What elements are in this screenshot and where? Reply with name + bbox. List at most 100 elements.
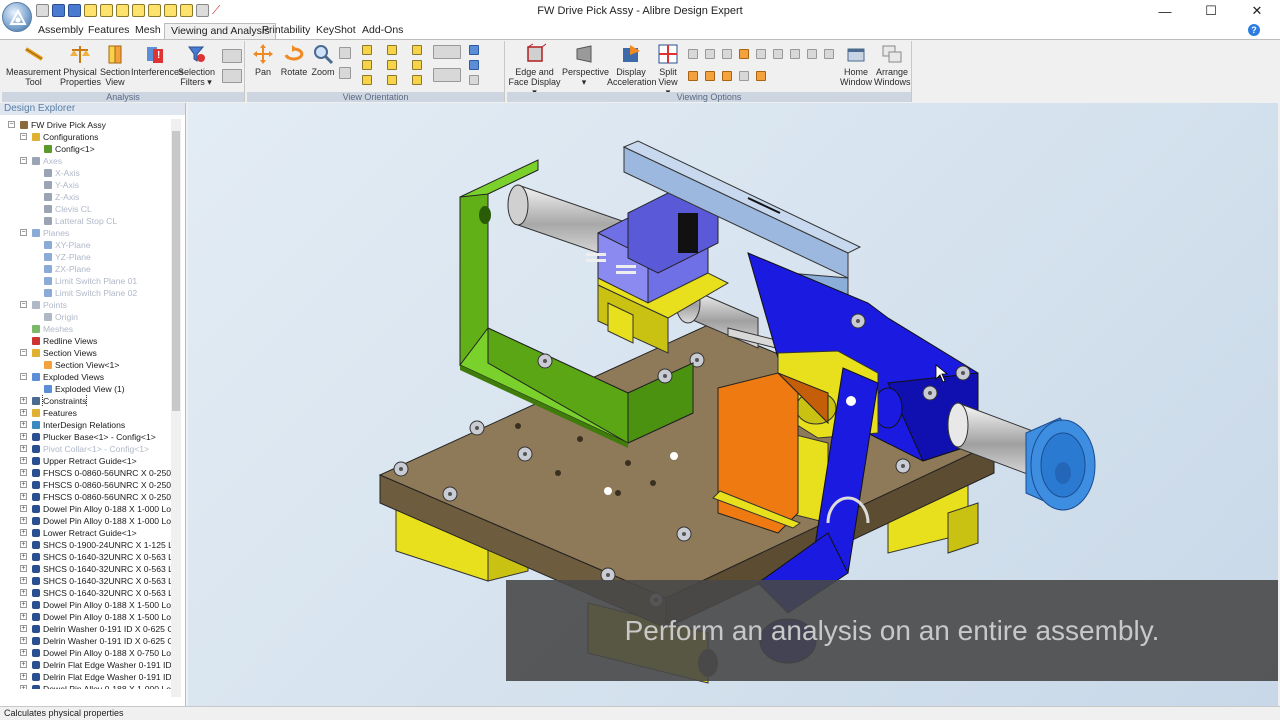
spin-z-icon[interactable] bbox=[469, 75, 479, 85]
view-iso-2-icon[interactable] bbox=[387, 75, 397, 85]
tab-keyshot[interactable]: KeyShot bbox=[310, 23, 362, 39]
tree-item[interactable]: + SHCS 0-1640-32UNRC X 0-563 Long< bbox=[0, 563, 173, 575]
display-mode-4-icon[interactable] bbox=[739, 49, 749, 59]
display-mode-14-icon[interactable] bbox=[756, 71, 766, 81]
split-view-button[interactable]: Split View ▾ bbox=[655, 43, 681, 97]
zoom-in-icon[interactable] bbox=[339, 47, 351, 59]
tree-item[interactable]: + Dowel Pin Alloy 0-188 X 1-000 Long<2 bbox=[0, 683, 173, 689]
tree-item[interactable]: XY-Plane bbox=[0, 239, 173, 251]
expand-icon[interactable]: + bbox=[20, 457, 27, 464]
tree-scrollbar-thumb[interactable] bbox=[172, 131, 180, 411]
tree-item[interactable]: − Configurations bbox=[0, 131, 173, 143]
expand-icon[interactable]: + bbox=[20, 433, 27, 440]
collapse-icon[interactable]: − bbox=[8, 121, 15, 128]
tree-item[interactable]: Meshes bbox=[0, 323, 173, 335]
tree-item[interactable]: − Section Views bbox=[0, 347, 173, 359]
spin-y-icon[interactable] bbox=[469, 60, 479, 70]
tree-item[interactable]: Latteral Stop CL bbox=[0, 215, 173, 227]
tree-item[interactable]: + Dowel Pin Alloy 0-188 X 1-000 Long<2 bbox=[0, 515, 173, 527]
tree-item[interactable]: + Dowel Pin Alloy 0-188 X 1-000 Long<1 bbox=[0, 503, 173, 515]
expand-icon[interactable]: + bbox=[20, 661, 27, 668]
expand-icon[interactable]: + bbox=[20, 445, 27, 452]
expand-icon[interactable]: + bbox=[20, 649, 27, 656]
tree-item[interactable]: Redline Views bbox=[0, 335, 173, 347]
view-right-icon[interactable] bbox=[412, 60, 422, 70]
physical-properties-button[interactable]: Physical Properties bbox=[60, 43, 101, 87]
interferences-button[interactable]: ! Interferences bbox=[131, 43, 184, 77]
tree-item[interactable]: + SHCS 0-1640-32UNRC X 0-563 Long< bbox=[0, 587, 173, 599]
expand-icon[interactable]: + bbox=[20, 529, 27, 536]
expand-icon[interactable]: + bbox=[20, 601, 27, 608]
expand-icon[interactable]: + bbox=[20, 685, 27, 689]
view-normal-icon[interactable] bbox=[433, 45, 461, 59]
minimize-icon[interactable]: — bbox=[1142, 0, 1188, 22]
tree-item[interactable]: Y-Axis bbox=[0, 179, 173, 191]
tree-item[interactable]: + Pivot Collar<1> - Config<1> bbox=[0, 443, 173, 455]
display-mode-6-icon[interactable] bbox=[773, 49, 783, 59]
tree-item[interactable]: + Constraints bbox=[0, 395, 173, 407]
collapse-icon[interactable]: − bbox=[20, 229, 27, 236]
tree-item[interactable]: − FW Drive Pick Assy bbox=[0, 119, 173, 131]
expand-icon[interactable]: + bbox=[20, 673, 27, 680]
tree-item[interactable]: + FHSCS 0-0860-56UNRC X 0-250 Long bbox=[0, 491, 173, 503]
tab-add-ons[interactable]: Add-Ons bbox=[356, 23, 409, 39]
rotate-button[interactable]: Rotate bbox=[279, 43, 309, 77]
tree-item[interactable]: − Axes bbox=[0, 155, 173, 167]
expand-icon[interactable]: + bbox=[20, 397, 27, 404]
measurement-tool-button[interactable]: Measurement Tool bbox=[6, 43, 61, 87]
tab-mesh[interactable]: Mesh bbox=[129, 23, 167, 39]
expand-icon[interactable]: + bbox=[20, 505, 27, 512]
tree-item[interactable]: − Exploded Views bbox=[0, 371, 173, 383]
display-mode-3-icon[interactable] bbox=[722, 49, 732, 59]
view-iso-1-icon[interactable] bbox=[362, 75, 372, 85]
view-front-icon[interactable] bbox=[362, 45, 372, 55]
display-mode-7-icon[interactable] bbox=[790, 49, 800, 59]
tree-item[interactable]: − Points bbox=[0, 299, 173, 311]
tree-item[interactable]: + Dowel Pin Alloy 0-188 X 1-500 Long<2 bbox=[0, 611, 173, 623]
tree-item[interactable]: + InterDesign Relations bbox=[0, 419, 173, 431]
tree-item[interactable]: + SHCS 0-1640-32UNRC X 0-563 Long< bbox=[0, 575, 173, 587]
tree-item[interactable]: + SHCS 0-1900-24UNRC X 1-125 Long< bbox=[0, 539, 173, 551]
tab-features[interactable]: Features bbox=[82, 23, 135, 39]
pan-button[interactable]: Pan bbox=[250, 43, 276, 77]
display-mode-1-icon[interactable] bbox=[688, 49, 698, 59]
tree-item[interactable]: Config<1> bbox=[0, 143, 173, 155]
filter-dropdown-1[interactable] bbox=[222, 49, 242, 63]
tab-printability[interactable]: Printability bbox=[256, 23, 316, 39]
expand-icon[interactable]: + bbox=[20, 637, 27, 644]
expand-icon[interactable]: + bbox=[20, 577, 27, 584]
expand-icon[interactable]: + bbox=[20, 553, 27, 560]
view-top-icon[interactable] bbox=[412, 45, 422, 55]
tree-item[interactable]: Limit Switch Plane 01 bbox=[0, 275, 173, 287]
tree-item[interactable]: + Delrin Washer 0-191 ID X 0-625 OD X bbox=[0, 623, 173, 635]
edge-face-display-button[interactable]: Edge and Face Display ▾ bbox=[507, 43, 562, 97]
zoom-button[interactable]: Zoom bbox=[310, 43, 336, 77]
tree-scrollbar[interactable] bbox=[171, 119, 181, 697]
app-logo-icon[interactable] bbox=[2, 2, 32, 32]
3d-viewport[interactable]: Perform an analysis on an entire assembl… bbox=[188, 103, 1278, 706]
close-icon[interactable]: ✕ bbox=[1234, 0, 1280, 22]
tree-item[interactable]: + Delrin Flat Edge Washer 0-191 ID X 0- bbox=[0, 671, 173, 683]
tree-item[interactable]: Exploded View (1) bbox=[0, 383, 173, 395]
tree-item[interactable]: Clevis CL bbox=[0, 203, 173, 215]
view-left-icon[interactable] bbox=[387, 60, 397, 70]
expand-icon[interactable]: + bbox=[20, 565, 27, 572]
filter-dropdown-2[interactable] bbox=[222, 69, 242, 83]
display-mode-5-icon[interactable] bbox=[756, 49, 766, 59]
tree-item[interactable]: + Plucker Base<1> - Config<1> bbox=[0, 431, 173, 443]
expand-icon[interactable]: + bbox=[20, 517, 27, 524]
expand-icon[interactable]: + bbox=[20, 469, 27, 476]
tree-item[interactable]: Z-Axis bbox=[0, 191, 173, 203]
expand-icon[interactable]: + bbox=[20, 493, 27, 500]
expand-icon[interactable]: + bbox=[20, 409, 27, 416]
tree-item[interactable]: + Features bbox=[0, 407, 173, 419]
tree-item[interactable]: + FHSCS 0-0860-56UNRC X 0-250 Long bbox=[0, 467, 173, 479]
tree-item[interactable]: + FHSCS 0-0860-56UNRC X 0-250 Long bbox=[0, 479, 173, 491]
selection-filters-button[interactable]: Selection Filters ▾ bbox=[178, 43, 215, 87]
zoom-out-icon[interactable] bbox=[339, 67, 351, 79]
tree-item[interactable]: + Upper Retract Guide<1> bbox=[0, 455, 173, 467]
tree-item[interactable]: Origin bbox=[0, 311, 173, 323]
section-view-button[interactable]: Section View bbox=[98, 43, 132, 87]
perspective-button[interactable]: Perspective ▾ bbox=[562, 43, 609, 87]
expand-icon[interactable]: + bbox=[20, 613, 27, 620]
